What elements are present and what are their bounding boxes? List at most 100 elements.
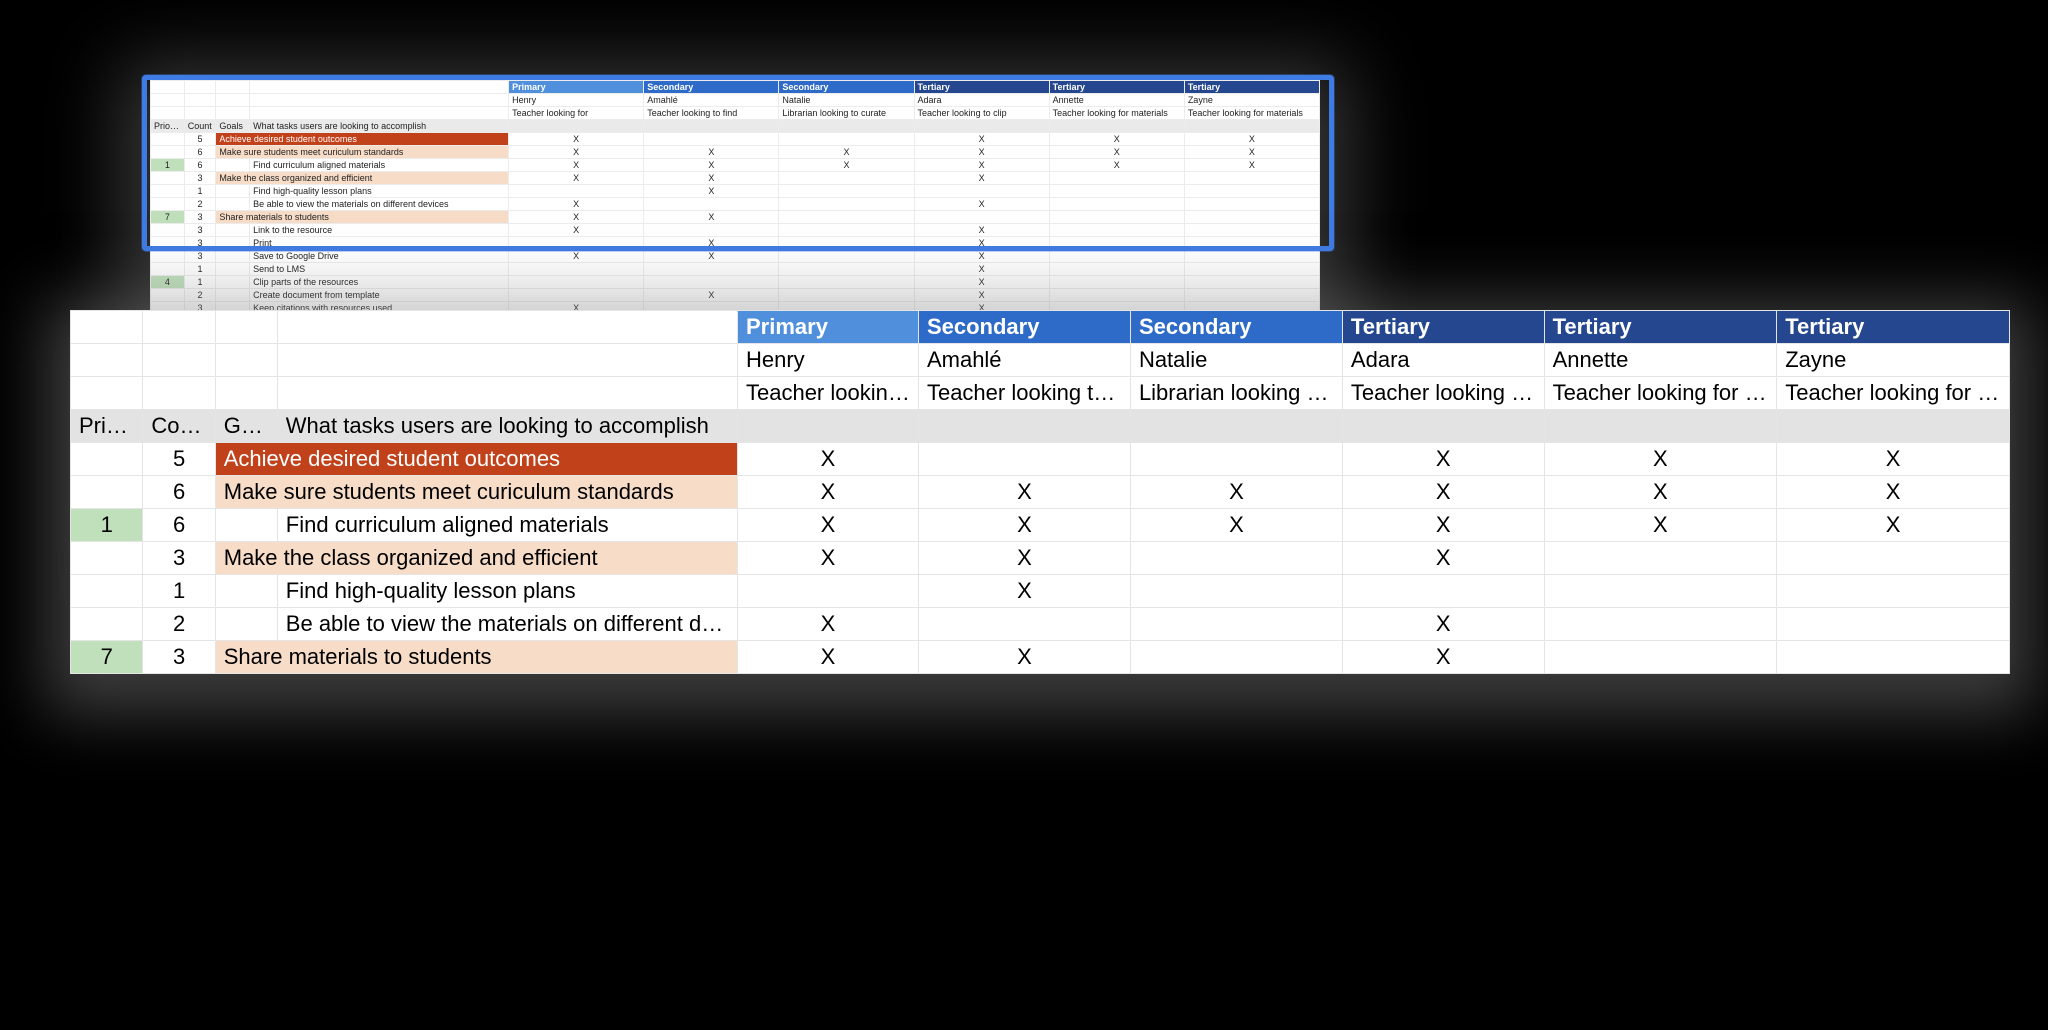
indent-cell[interactable]: Achieve desired student outcomes xyxy=(215,443,737,476)
mark-cell[interactable]: X xyxy=(509,172,644,185)
priority-cell[interactable] xyxy=(71,443,143,476)
mark-cell[interactable]: X xyxy=(1049,159,1184,172)
mark-cell[interactable]: X xyxy=(914,172,1049,185)
mark-cell[interactable]: X xyxy=(1049,133,1184,146)
mark-cell[interactable] xyxy=(779,276,914,289)
mark-cell[interactable] xyxy=(1184,263,1319,276)
mark-cell[interactable]: X xyxy=(914,198,1049,211)
mark-cell[interactable]: X xyxy=(644,172,779,185)
mark-cell[interactable] xyxy=(644,263,779,276)
mark-cell[interactable] xyxy=(509,263,644,276)
indent-cell[interactable] xyxy=(215,608,277,641)
mark-cell[interactable] xyxy=(779,198,914,211)
priority-cell[interactable] xyxy=(71,575,143,608)
mark-cell[interactable] xyxy=(1777,641,2010,674)
mark-cell[interactable] xyxy=(779,211,914,224)
mark-cell[interactable] xyxy=(644,133,779,146)
priority-cell[interactable] xyxy=(151,146,185,159)
mark-cell[interactable]: X xyxy=(509,198,644,211)
mark-cell[interactable]: X xyxy=(1184,159,1319,172)
mark-cell[interactable] xyxy=(779,250,914,263)
goal-cell[interactable]: Create document from template xyxy=(250,289,509,302)
priority-cell[interactable] xyxy=(151,263,185,276)
mark-cell[interactable]: X xyxy=(1777,509,2010,542)
mark-cell[interactable] xyxy=(779,185,914,198)
count-cell[interactable]: 3 xyxy=(143,542,215,575)
mark-cell[interactable]: X xyxy=(1130,509,1342,542)
mark-cell[interactable]: X xyxy=(1342,443,1544,476)
count-cell[interactable]: 2 xyxy=(184,289,216,302)
priority-cell[interactable] xyxy=(71,542,143,575)
mark-cell[interactable]: X xyxy=(918,476,1130,509)
mark-cell[interactable] xyxy=(914,211,1049,224)
indent-cell[interactable] xyxy=(216,276,250,289)
mark-cell[interactable] xyxy=(509,185,644,198)
mark-cell[interactable]: X xyxy=(1184,133,1319,146)
mark-cell[interactable] xyxy=(1049,237,1184,250)
mark-cell[interactable]: X xyxy=(1777,443,2010,476)
mark-cell[interactable]: X xyxy=(644,185,779,198)
priority-cell[interactable]: 1 xyxy=(151,159,185,172)
mark-cell[interactable] xyxy=(1049,276,1184,289)
indent-cell[interactable] xyxy=(216,289,250,302)
mark-cell[interactable]: X xyxy=(914,250,1049,263)
mark-cell[interactable]: X xyxy=(1342,608,1544,641)
mark-cell[interactable] xyxy=(1049,198,1184,211)
mark-cell[interactable] xyxy=(1184,185,1319,198)
mark-cell[interactable]: X xyxy=(644,237,779,250)
indent-cell[interactable] xyxy=(216,237,250,250)
mark-cell[interactable]: X xyxy=(737,509,918,542)
goal-cell[interactable]: Save to Google Drive xyxy=(250,250,509,263)
mark-cell[interactable]: X xyxy=(918,641,1130,674)
mark-cell[interactable] xyxy=(1184,289,1319,302)
mark-cell[interactable]: X xyxy=(1342,542,1544,575)
count-cell[interactable]: 3 xyxy=(184,237,216,250)
mark-cell[interactable] xyxy=(1049,250,1184,263)
mark-cell[interactable]: X xyxy=(914,159,1049,172)
mark-cell[interactable]: X xyxy=(914,237,1049,250)
mark-cell[interactable] xyxy=(1130,443,1342,476)
mark-cell[interactable] xyxy=(1130,575,1342,608)
indent-cell[interactable]: Share materials to students xyxy=(215,641,737,674)
mark-cell[interactable]: X xyxy=(1184,146,1319,159)
indent-cell[interactable]: Make sure students meet curiculum standa… xyxy=(216,146,509,159)
indent-cell[interactable]: Make sure students meet curiculum standa… xyxy=(215,476,737,509)
count-cell[interactable]: 3 xyxy=(184,224,216,237)
mark-cell[interactable]: X xyxy=(644,159,779,172)
indent-cell[interactable]: Share materials to students xyxy=(216,211,509,224)
priority-cell[interactable] xyxy=(151,198,185,211)
mark-cell[interactable]: X xyxy=(779,146,914,159)
count-cell[interactable]: 1 xyxy=(184,276,216,289)
priority-cell[interactable] xyxy=(151,289,185,302)
indent-cell[interactable] xyxy=(216,159,250,172)
mark-cell[interactable]: X xyxy=(1544,443,1777,476)
mark-cell[interactable] xyxy=(779,289,914,302)
mark-cell[interactable] xyxy=(779,224,914,237)
priority-cell[interactable] xyxy=(151,172,185,185)
goal-cell[interactable]: Find high-quality lesson plans xyxy=(277,575,737,608)
priority-cell[interactable] xyxy=(151,224,185,237)
mark-cell[interactable] xyxy=(1184,250,1319,263)
count-cell[interactable]: 5 xyxy=(184,133,216,146)
mark-cell[interactable]: X xyxy=(1342,476,1544,509)
mark-cell[interactable] xyxy=(644,198,779,211)
mark-cell[interactable]: X xyxy=(1130,476,1342,509)
mark-cell[interactable] xyxy=(737,575,918,608)
mark-cell[interactable]: X xyxy=(509,224,644,237)
indent-cell[interactable] xyxy=(216,263,250,276)
mark-cell[interactable] xyxy=(1544,641,1777,674)
mark-cell[interactable]: X xyxy=(1342,641,1544,674)
mark-cell[interactable]: X xyxy=(1777,476,2010,509)
mark-cell[interactable] xyxy=(644,276,779,289)
count-cell[interactable]: 1 xyxy=(143,575,215,608)
mark-cell[interactable] xyxy=(1184,198,1319,211)
mark-cell[interactable] xyxy=(509,289,644,302)
mark-cell[interactable] xyxy=(1049,263,1184,276)
priority-cell[interactable]: 7 xyxy=(151,211,185,224)
mark-cell[interactable]: X xyxy=(737,443,918,476)
mark-cell[interactable]: X xyxy=(918,575,1130,608)
indent-cell[interactable] xyxy=(215,509,277,542)
mark-cell[interactable] xyxy=(1184,237,1319,250)
mark-cell[interactable]: X xyxy=(914,133,1049,146)
mark-cell[interactable]: X xyxy=(737,641,918,674)
